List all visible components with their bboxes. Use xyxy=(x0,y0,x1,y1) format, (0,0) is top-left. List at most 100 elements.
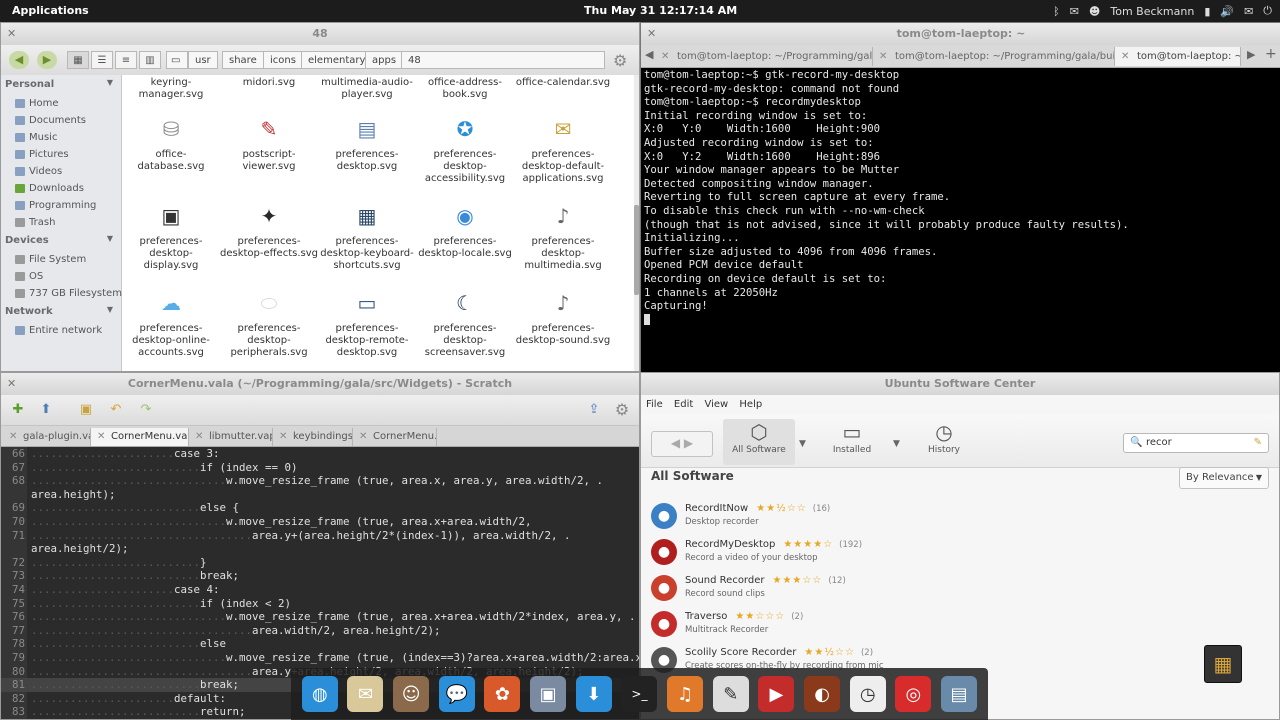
app-list-item[interactable]: ● Sound Recorder ★★★☆☆ (12) Record sound cli… xyxy=(651,573,1251,607)
sidebar-item-documents[interactable]: Documents xyxy=(1,112,121,129)
file-item[interactable]: ✦ preferences-desktop-effects.svg xyxy=(220,200,318,260)
screen-recorder-icon[interactable]: ▦ xyxy=(1204,645,1242,683)
terminal-icon[interactable]: >_ xyxy=(621,676,658,712)
installed-button[interactable]: ▭ Installed xyxy=(817,419,887,455)
sidebar-item-os[interactable]: OS xyxy=(1,268,121,285)
redo-icon[interactable]: ↷ xyxy=(137,401,155,419)
tab-scroll-right-icon[interactable]: ▶ xyxy=(1247,48,1255,61)
file-item[interactable]: ☁ preferences-desktop-online-accounts.svg xyxy=(122,287,220,359)
mail-icon[interactable]: ✉ xyxy=(347,676,384,712)
target-icon[interactable]: ◎ xyxy=(895,676,932,712)
breadcrumb-usr[interactable]: usr xyxy=(188,51,218,69)
network-icon[interactable]: ✉ xyxy=(1244,5,1253,18)
menu-view[interactable]: View xyxy=(704,399,728,410)
folder-icon[interactable]: ▤ xyxy=(941,676,978,712)
gear-icon[interactable]: ⚙ xyxy=(613,401,631,419)
sidebar-item-trash[interactable]: Trash xyxy=(1,214,121,231)
icon-view-button[interactable]: ▦ xyxy=(67,51,89,69)
editor-tab-keybindings[interactable]: ✕keybindings.c xyxy=(273,428,353,446)
sidebar-item-programming[interactable]: Programming xyxy=(1,197,121,214)
file-item[interactable]: ✪ preferences-desktop-accessibility.svg xyxy=(416,113,514,185)
power-icon[interactable]: ⏻ xyxy=(1263,4,1272,18)
vertical-scrollbar[interactable] xyxy=(634,75,639,371)
menu-help[interactable]: Help xyxy=(739,399,762,410)
terminal-tab-2[interactable]: ✕ tom@tom-laeptop: ~/Programming/gala/bui… xyxy=(873,47,1115,66)
share-icon[interactable]: ⇪ xyxy=(585,401,603,419)
file-item[interactable]: ▤ preferences-desktop.svg xyxy=(318,113,416,173)
contacts-icon[interactable]: ☺ xyxy=(393,676,430,712)
editor-tab-gala-plugin[interactable]: ✕gala-plugin.vala xyxy=(3,428,91,446)
volume-icon[interactable]: 🔊 xyxy=(1220,5,1234,18)
sidebar-item-entire-network[interactable]: Entire network xyxy=(1,322,121,339)
file-item[interactable]: ◉ preferences-desktop-locale.svg xyxy=(416,200,514,260)
terminal-titlebar[interactable]: ✕ tom@tom-laeptop: ~ xyxy=(641,23,1280,45)
file-item[interactable]: ▦ preferences-desktop-keyboard-shortcuts.… xyxy=(318,200,416,272)
sidebar-header-personal[interactable]: Personal ▼ xyxy=(1,75,121,95)
new-tab-icon[interactable]: + xyxy=(1265,46,1277,62)
file-item[interactable]: office-calendar.svg xyxy=(514,77,612,89)
clock-icon[interactable]: ◷ xyxy=(849,676,886,712)
chevron-down-icon[interactable]: ▼ xyxy=(893,439,900,449)
file-item[interactable]: ⬭ preferences-desktop-peripherals.svg xyxy=(220,287,318,359)
terminal-output[interactable]: tom@tom-laeptop:~$ gtk-record-my-desktop… xyxy=(644,69,1276,327)
search-input[interactable]: 🔍 recor ✎ xyxy=(1123,433,1269,453)
file-item[interactable]: ✉ preferences-desktop-default-application… xyxy=(514,113,612,185)
app-list-item[interactable]: ● RecordItNow ★★½☆☆ (16) Desktop recorder xyxy=(651,501,1251,535)
file-item[interactable]: ☾ preferences-desktop-screensaver.svg xyxy=(416,287,514,359)
back-forward-buttons[interactable]: ◀ ▶ xyxy=(651,431,713,457)
battery-icon[interactable]: ▮ xyxy=(1204,5,1210,18)
menu-edit[interactable]: Edit xyxy=(674,399,693,410)
user-icon[interactable]: ☻ xyxy=(1089,5,1100,18)
all-software-button[interactable]: ⬡ All Software xyxy=(723,419,795,465)
history-button[interactable]: ◷ History xyxy=(909,419,979,455)
forward-button[interactable]: ▶ xyxy=(37,51,57,69)
app-list-item[interactable]: ● RecordMyDesktop ★★★★☆ (192) Record a video… xyxy=(651,537,1251,571)
sidebar-item-pictures[interactable]: Pictures xyxy=(1,146,121,163)
file-item[interactable]: ▣ preferences-desktop-display.svg xyxy=(122,200,220,272)
undo-icon[interactable]: ↶ xyxy=(107,401,125,419)
list-view-button[interactable]: ☰ xyxy=(91,51,113,69)
editor-tab-cornermenu-c[interactable]: ✕ CornerMenu.c xyxy=(353,428,437,446)
file-item[interactable]: ⛁ office-database.svg xyxy=(122,113,220,173)
sidebar-item-home[interactable]: Home xyxy=(1,95,121,112)
photos-icon[interactable]: ✿ xyxy=(484,676,521,712)
new-file-icon[interactable]: ✚ xyxy=(9,401,27,419)
menu-file[interactable]: File xyxy=(646,399,663,410)
preferences-icon[interactable]: ▣ xyxy=(530,676,567,712)
software-center-titlebar[interactable]: Ubuntu Software Center xyxy=(641,373,1279,395)
music-icon[interactable]: ♫ xyxy=(667,676,704,712)
globe-icon[interactable]: ◐ xyxy=(804,676,841,712)
chat-icon[interactable]: 💬 xyxy=(438,676,475,712)
drive-icon[interactable]: ▭ xyxy=(166,51,188,69)
breadcrumb-elementary[interactable]: elementary xyxy=(301,51,373,69)
close-icon[interactable]: ✕ xyxy=(7,373,16,395)
terminal-tab-3[interactable]: ✕ tom@tom-laeptop: ~ xyxy=(1115,47,1241,66)
file-item[interactable]: ♪ preferences-desktop-multimedia.svg xyxy=(514,200,612,272)
sidebar-item-file-system[interactable]: File System xyxy=(1,251,121,268)
back-button[interactable]: ◀ xyxy=(9,51,29,69)
sort-select[interactable]: By Relevance ▼ xyxy=(1179,467,1269,489)
web-browser-icon[interactable]: ◍ xyxy=(301,676,338,712)
sidebar-header-devices[interactable]: Devices ▼ xyxy=(1,231,121,251)
file-item[interactable]: midori.svg xyxy=(220,77,318,89)
breadcrumb-apps[interactable]: apps xyxy=(365,51,404,69)
bluetooth-icon[interactable]: ᛒ xyxy=(1053,5,1060,18)
breadcrumb-share[interactable]: share xyxy=(222,51,264,69)
file-item[interactable]: ▭ preferences-desktop-remote-desktop.svg xyxy=(318,287,416,359)
user-name[interactable]: Tom Beckmann xyxy=(1110,5,1194,18)
editor-titlebar[interactable]: ✕ CornerMenu.vala (~/Programming/gala/sr… xyxy=(1,373,639,395)
terminal-tab-1[interactable]: ✕tom@tom-laeptop: ~/Programming/gala/bui… xyxy=(655,47,873,66)
sidebar-header-network[interactable]: Network ▼ xyxy=(1,302,121,322)
clear-search-icon[interactable]: ✎ xyxy=(1254,434,1262,452)
app-list-item[interactable]: ● Traverso ★★☆☆☆ (2) Multitrack Recorder xyxy=(651,609,1251,643)
scrollbar-thumb[interactable] xyxy=(634,205,639,295)
file-manager-titlebar[interactable]: ✕ 48 xyxy=(1,23,639,45)
save-file-icon[interactable]: ▣ xyxy=(77,401,95,419)
sidebar-item-downloads[interactable]: Downloads xyxy=(1,180,121,197)
sidebar-item-filesystem-737[interactable]: 737 GB Filesystem xyxy=(1,285,122,302)
text-editor-icon[interactable]: ✎ xyxy=(712,676,749,712)
sidebar-item-music[interactable]: Music xyxy=(1,129,121,146)
file-item[interactable]: office-address-book.svg xyxy=(416,77,514,101)
close-icon[interactable]: ✕ xyxy=(647,23,656,45)
close-icon[interactable]: ✕ xyxy=(7,23,16,45)
